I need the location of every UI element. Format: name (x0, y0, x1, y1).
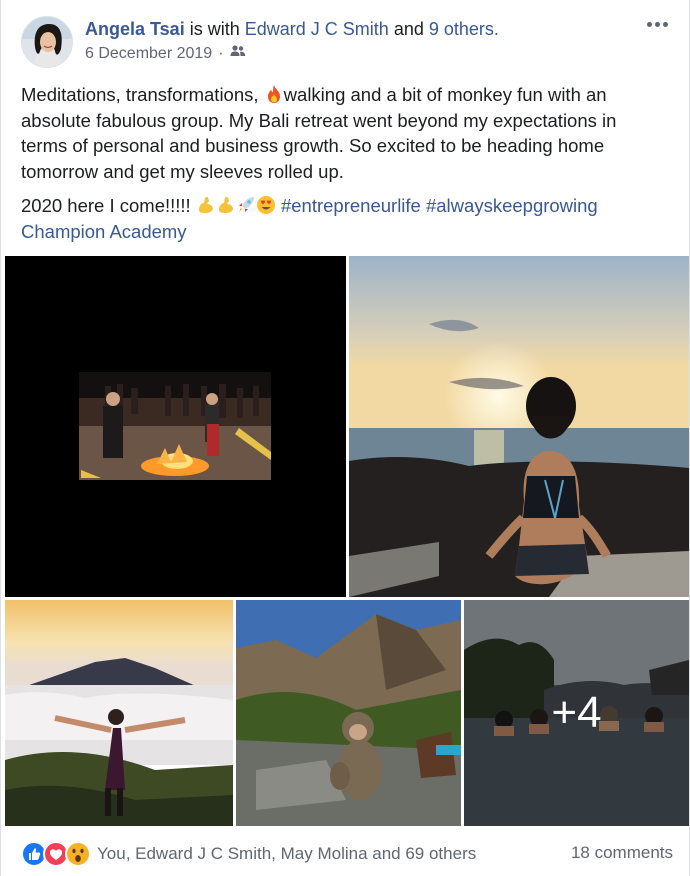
post-date-link[interactable]: 6 December 2019 (85, 45, 212, 63)
with-text: is with (189, 19, 240, 39)
post-body: Meditations, transformations, walking an… (21, 82, 661, 253)
dot-icon (654, 21, 660, 27)
paragraph-text: 2020 here I come!!!!! (21, 195, 191, 216)
more-options-button[interactable] (643, 14, 671, 34)
dot-icon (662, 21, 668, 27)
photo-mountain-sunrise[interactable] (5, 600, 233, 826)
flexed-biceps-emoji-icon (198, 196, 213, 213)
post-meta: 6 December 2019 · (85, 44, 246, 63)
more-photos-overlay[interactable]: +4 (464, 600, 689, 826)
love-icon (43, 841, 69, 867)
hashtag-link[interactable]: #alwayskeepgrowing (426, 195, 598, 216)
paragraph-text: Meditations, transformations, (21, 84, 259, 105)
like-icon (21, 841, 47, 867)
photo-fire-walking[interactable] (5, 256, 346, 597)
post-header: Angela Tsai is with Edward J C Smith and… (85, 17, 499, 41)
heart-eyes-emoji-icon (256, 196, 275, 214)
wow-icon (65, 841, 91, 867)
rocket-emoji-icon (238, 197, 254, 212)
reactions-summary[interactable]: You, Edward J C Smith, May Molina and 69… (21, 840, 476, 868)
post-paragraph-1: Meditations, transformations, walking an… (21, 82, 661, 184)
author-name-link[interactable]: Angela Tsai (85, 19, 185, 39)
post-paragraph-2: 2020 here I come!!!!! #entrepreneurlife … (21, 193, 661, 244)
and-text: and (393, 19, 424, 39)
tagged-person-link[interactable]: Edward J C Smith (245, 19, 389, 39)
photo-sunset-meditation[interactable] (349, 256, 689, 597)
more-photos-count: +4 (551, 688, 602, 737)
page-tag-link[interactable]: Champion Academy (21, 221, 187, 242)
author-avatar[interactable] (21, 16, 73, 68)
hashtag-link[interactable]: #entrepreneurlife (281, 195, 421, 216)
photo-infinity-pool[interactable]: +4 (464, 600, 689, 826)
comments-count-link[interactable]: 18 comments (571, 843, 673, 863)
flexed-biceps-emoji-icon (218, 196, 233, 213)
friends-icon[interactable] (230, 44, 246, 63)
reaction-icons-group (21, 841, 91, 867)
meta-separator: · (218, 44, 224, 62)
dot-icon (646, 21, 652, 27)
reaction-summary-text[interactable]: You, Edward J C Smith, May Molina and 69… (97, 844, 476, 864)
photo-monkey[interactable] (236, 600, 461, 826)
others-link[interactable]: 9 others. (429, 19, 499, 39)
post-card: Angela Tsai is with Edward J C Smith and… (0, 0, 690, 876)
fire-emoji-icon (267, 85, 280, 103)
